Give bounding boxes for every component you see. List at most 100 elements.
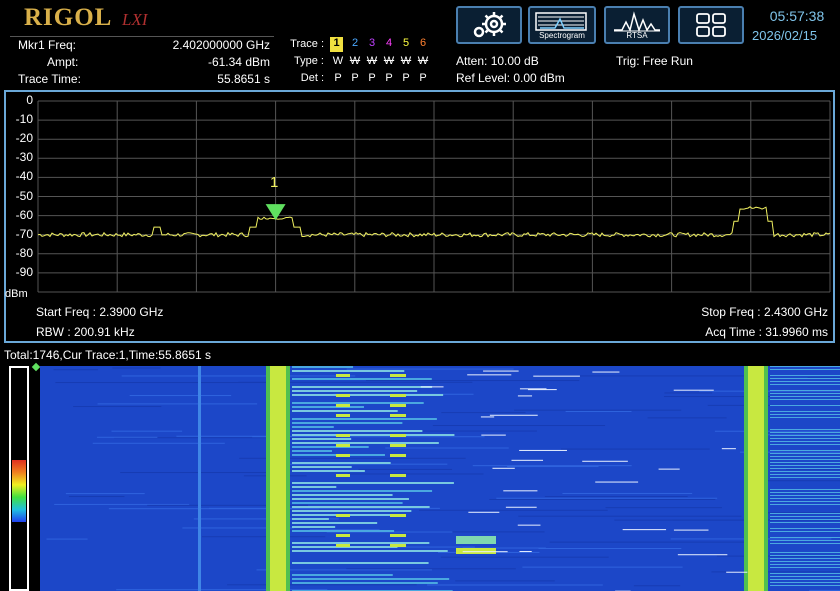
waterfall-noise-line xyxy=(55,382,270,384)
waterfall-burst xyxy=(770,543,840,544)
waterfall-burst xyxy=(770,459,840,460)
waterfall-burst xyxy=(390,394,406,397)
start-freq-readout[interactable]: Start Freq : 2.3900 GHz xyxy=(36,305,163,319)
marker-1-triangle[interactable] xyxy=(265,204,286,221)
waterfall-noise-line xyxy=(68,496,125,498)
waterfall-short-burst xyxy=(483,370,519,372)
waterfall-short-burst xyxy=(505,506,537,508)
waterfall-short-burst xyxy=(480,416,495,418)
waterfall-short-burst xyxy=(517,395,533,397)
waterfall-burst xyxy=(292,410,398,412)
waterfall-burst xyxy=(336,444,350,447)
waterfall-noise-line xyxy=(538,547,682,549)
waterfall-short-burst xyxy=(489,414,538,416)
waterfall-noise-line xyxy=(92,442,225,444)
color-scale-gradient xyxy=(12,460,26,522)
waterfall-burst xyxy=(770,417,840,418)
waterfall-noise-line xyxy=(365,380,580,382)
waterfall-burst xyxy=(770,537,840,538)
waterfall-burst xyxy=(292,582,438,584)
waterfall-noise-line xyxy=(522,566,683,568)
waterfall-burst xyxy=(770,573,840,574)
waterfall-burst xyxy=(770,552,840,553)
waterfall-noise-line xyxy=(472,465,632,467)
waterfall-short-burst xyxy=(527,389,557,391)
waterfall-burst xyxy=(390,544,406,547)
waterfall-burst xyxy=(336,414,350,417)
waterfall-burst xyxy=(456,536,496,544)
waterfall-burst xyxy=(292,574,393,576)
waterfall-burst xyxy=(292,506,430,508)
acq-time-readout[interactable]: Acq Time : 31.9960 ms xyxy=(705,325,828,339)
waterfall-burst xyxy=(770,492,840,493)
waterfall-burst xyxy=(770,522,840,523)
waterfall-burst xyxy=(292,494,393,496)
waterfall-burst xyxy=(770,399,840,400)
waterfall-noise-line xyxy=(561,448,710,450)
waterfall-burst xyxy=(770,504,840,505)
waterfall-burst xyxy=(770,501,840,502)
waterfall-burst xyxy=(390,454,406,457)
waterfall-noise-line xyxy=(346,568,516,570)
waterfall-burst xyxy=(770,531,840,532)
waterfall-burst xyxy=(292,498,409,500)
waterfall-burst xyxy=(292,438,352,440)
waterfall-burst xyxy=(336,434,350,437)
waterfall-burst xyxy=(292,562,429,564)
waterfall-burst xyxy=(292,366,354,368)
stop-freq-readout[interactable]: Stop Freq : 2.4300 GHz xyxy=(701,305,828,319)
waterfall-burst xyxy=(770,369,840,370)
waterfall-burst xyxy=(770,558,840,559)
waterfall-display[interactable] xyxy=(40,366,840,591)
waterfall-spur-line xyxy=(198,366,201,591)
waterfall-burst xyxy=(292,370,405,372)
waterfall-noise-line xyxy=(201,536,326,538)
waterfall-burst xyxy=(770,444,840,445)
waterfall-short-burst xyxy=(481,434,506,436)
waterfall-short-burst xyxy=(726,571,748,573)
waterfall-noise-line xyxy=(489,498,716,500)
waterfall-short-burst xyxy=(503,490,538,492)
waterfall-noise-line xyxy=(441,412,526,414)
y-tick-label: -80 xyxy=(15,245,33,260)
waterfall-noise-line xyxy=(549,541,761,543)
waterfall-position-marker[interactable] xyxy=(31,362,41,372)
waterfall-burst xyxy=(770,390,840,391)
waterfall-burst xyxy=(292,418,437,420)
waterfall-burst xyxy=(292,486,337,488)
waterfall-burst xyxy=(770,468,840,469)
waterfall-burst xyxy=(390,374,406,377)
waterfall-noise-line xyxy=(562,492,693,494)
waterfall-band-main-core xyxy=(270,366,286,591)
waterfall-noise-line xyxy=(647,417,727,419)
waterfall-short-burst xyxy=(673,389,714,391)
waterfall-noise-line xyxy=(385,447,509,449)
waterfall-burst xyxy=(292,402,424,404)
waterfall-short-burst xyxy=(533,375,580,377)
waterfall-burst xyxy=(770,567,840,568)
waterfall-burst xyxy=(770,456,840,457)
waterfall-noise-line xyxy=(544,496,688,498)
waterfall-burst xyxy=(336,394,350,397)
waterfall-short-burst xyxy=(420,386,444,388)
waterfall-burst xyxy=(292,542,430,544)
waterfall-burst xyxy=(770,393,840,394)
waterfall-short-burst xyxy=(519,449,567,451)
waterfall-noise-line xyxy=(111,430,183,432)
waterfall-short-burst xyxy=(467,374,512,376)
spectrum-plot[interactable] xyxy=(0,0,840,345)
waterfall-burst xyxy=(770,405,840,406)
marker-number-label: 1 xyxy=(270,174,279,191)
waterfall-burst xyxy=(292,462,391,464)
waterfall-short-burst xyxy=(511,459,544,461)
waterfall-noise-line xyxy=(65,493,145,495)
rbw-readout[interactable]: RBW : 200.91 kHz xyxy=(36,325,135,339)
waterfall-burst xyxy=(336,534,350,537)
waterfall-short-burst xyxy=(622,529,667,531)
waterfall-short-burst xyxy=(519,551,532,553)
waterfall-short-burst xyxy=(468,511,500,513)
waterfall-noise-line xyxy=(112,367,161,369)
waterfall-burst xyxy=(292,466,352,468)
waterfall-short-burst xyxy=(721,448,736,450)
waterfall-burst xyxy=(770,450,840,451)
